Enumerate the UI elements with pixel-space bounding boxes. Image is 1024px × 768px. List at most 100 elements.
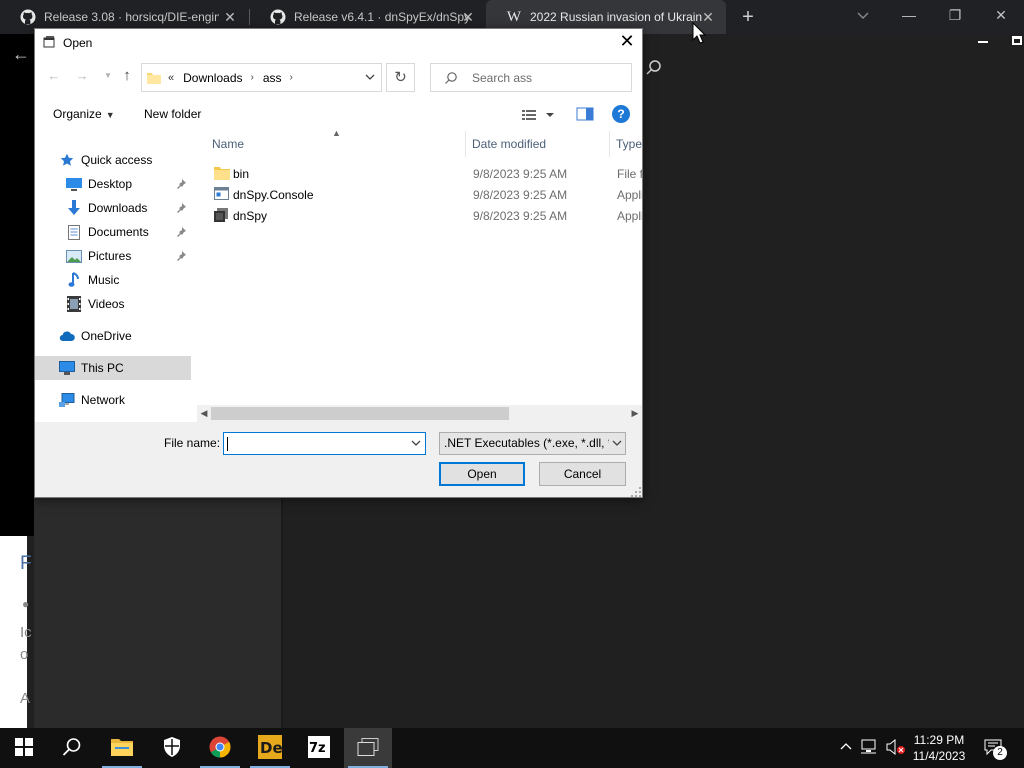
- address-bar[interactable]: « Downloads › ass ›: [141, 63, 382, 92]
- cancel-button[interactable]: Cancel: [539, 462, 626, 486]
- taskbar-detect-it-easy[interactable]: De: [246, 728, 294, 768]
- pin-icon: [176, 226, 188, 238]
- taskbar-windows-security[interactable]: [148, 728, 196, 768]
- panel-minimize-icon[interactable]: [978, 41, 988, 43]
- scroll-left-icon[interactable]: ◀: [197, 405, 211, 422]
- volume-muted-icon[interactable]: [886, 738, 905, 757]
- start-button[interactable]: [0, 728, 48, 768]
- taskbar-task-view[interactable]: [344, 728, 392, 768]
- nav-desktop[interactable]: Desktop: [35, 172, 191, 196]
- chevron-right-icon[interactable]: ›: [251, 72, 254, 83]
- download-icon: [66, 200, 82, 216]
- new-tab-button[interactable]: +: [738, 7, 758, 27]
- column-header-date-modified[interactable]: Date modified: [472, 131, 546, 157]
- folder-icon: [147, 72, 161, 84]
- nav-label: Music: [88, 273, 120, 287]
- nav-documents[interactable]: Documents: [35, 220, 191, 244]
- help-button[interactable]: ?: [612, 105, 630, 123]
- nav-music[interactable]: Music: [35, 268, 191, 292]
- up-folder-button[interactable]: ↑: [118, 67, 136, 85]
- 7zip-icon: 7z: [308, 735, 330, 761]
- address-overflow-button[interactable]: «: [168, 72, 174, 84]
- panel-maximize-icon[interactable]: [1012, 36, 1022, 45]
- clock[interactable]: 11:29 PM 11/4/2023: [905, 732, 973, 764]
- chevron-up-icon[interactable]: [837, 739, 855, 757]
- file-name-input[interactable]: [226, 434, 406, 453]
- detect-it-easy-icon: De: [258, 734, 283, 762]
- column-header-name[interactable]: Name: [212, 131, 244, 157]
- nav-pictures[interactable]: Pictures: [35, 244, 191, 268]
- preview-pane-button[interactable]: [575, 106, 595, 122]
- taskbar-chrome[interactable]: [196, 728, 244, 768]
- open-button[interactable]: Open: [439, 462, 525, 486]
- change-view-button[interactable]: [522, 106, 558, 124]
- file-name-dropdown-button[interactable]: [407, 433, 425, 454]
- dialog-close-button[interactable]: ✕: [612, 29, 642, 55]
- open-dialog-icon: [43, 36, 55, 48]
- window-minimize-button[interactable]: —: [896, 4, 922, 26]
- file-row-dnspy-console[interactable]: dnSpy.Console 9/8/2023 9:25 AM Appli: [205, 184, 642, 205]
- search-icon: [62, 737, 82, 760]
- back-button[interactable]: ←: [45, 67, 63, 85]
- window-restore-button[interactable]: ❐: [942, 4, 968, 26]
- search-icon[interactable]: [645, 59, 663, 77]
- desktop-icon: [66, 176, 82, 192]
- file-row-dnspy[interactable]: dnSpy 9/8/2023 9:25 AM Appli: [205, 205, 642, 226]
- nav-quick-access[interactable]: Quick access: [35, 148, 191, 172]
- pin-icon: [176, 202, 188, 214]
- network-status-icon[interactable]: [861, 739, 879, 757]
- recent-locations-button[interactable]: ▼: [99, 67, 117, 85]
- column-header-type[interactable]: Type: [616, 131, 642, 157]
- resize-grip-icon[interactable]: [631, 486, 641, 497]
- star-icon: [59, 152, 75, 168]
- column-divider[interactable]: [465, 131, 466, 157]
- nav-label: Desktop: [88, 177, 133, 191]
- organize-button[interactable]: Organize ▼: [53, 107, 115, 121]
- nav-label: Quick access: [81, 153, 153, 167]
- taskbar-file-explorer[interactable]: [98, 728, 146, 768]
- nav-label: Network: [81, 393, 126, 407]
- nav-network[interactable]: Network: [35, 388, 191, 412]
- nav-downloads[interactable]: Downloads: [35, 196, 191, 220]
- window-close-button[interactable]: ✕: [988, 4, 1014, 26]
- refresh-button[interactable]: ↻: [386, 63, 415, 92]
- taskbar-search-button[interactable]: [48, 728, 96, 768]
- nav-label: Videos: [88, 297, 125, 311]
- forward-button[interactable]: →: [73, 67, 91, 85]
- nav-onedrive[interactable]: OneDrive: [35, 324, 191, 348]
- page-text-fragment: o: [20, 646, 29, 663]
- search-input[interactable]: Search ass: [430, 63, 632, 92]
- tab-title: Release 3.08 · horsicq/DIE-engine: [44, 10, 219, 24]
- address-dropdown-button[interactable]: [359, 64, 381, 91]
- navigation-pane: Quick access Desktop Downloads Documents…: [35, 131, 191, 407]
- scroll-right-icon[interactable]: ▶: [628, 405, 642, 422]
- file-name-combobox[interactable]: [223, 432, 426, 455]
- file-row-bin[interactable]: bin 9/8/2023 9:25 AM File fo: [205, 163, 642, 184]
- dialog-title-bar[interactable]: Open ✕: [35, 29, 642, 57]
- taskbar-7zip[interactable]: 7z: [295, 728, 343, 768]
- scrollbar-thumb[interactable]: [211, 407, 509, 420]
- close-tab-icon[interactable]: ✕: [222, 9, 238, 25]
- file-type-filter-value: .NET Executables (*.exe, *.dll, *.: [444, 436, 616, 450]
- file-date: 9/8/2023 9:25 AM: [473, 209, 568, 223]
- nav-this-pc[interactable]: This PC: [35, 356, 191, 380]
- nav-videos[interactable]: Videos: [35, 292, 191, 316]
- file-list: ▲ Name Date modified Type bin 9/8/2023 9…: [205, 131, 642, 406]
- chevron-down-icon[interactable]: [609, 433, 625, 454]
- person-icon: ●: [22, 597, 30, 611]
- file-name: bin: [233, 167, 250, 181]
- column-divider[interactable]: [609, 131, 610, 157]
- chevron-right-icon[interactable]: ›: [290, 72, 293, 83]
- back-arrow-icon[interactable]: ←: [12, 44, 30, 65]
- new-folder-button[interactable]: New folder: [144, 107, 201, 121]
- horizontal-scrollbar[interactable]: ◀ ▶: [197, 405, 642, 422]
- tab-title: Release v6.4.1 · dnSpyEx/dnSpy: [294, 10, 469, 24]
- chevron-down-icon[interactable]: [855, 7, 871, 23]
- breadcrumb-ass[interactable]: ass: [263, 71, 282, 85]
- breadcrumb-downloads[interactable]: Downloads: [183, 71, 242, 85]
- close-tab-icon[interactable]: ✕: [460, 9, 476, 25]
- wikipedia-icon: W: [506, 8, 522, 25]
- file-type-filter-select[interactable]: .NET Executables (*.exe, *.dll, *.: [439, 432, 626, 455]
- svg-text:7z: 7z: [309, 741, 326, 756]
- nav-label: Pictures: [88, 249, 132, 263]
